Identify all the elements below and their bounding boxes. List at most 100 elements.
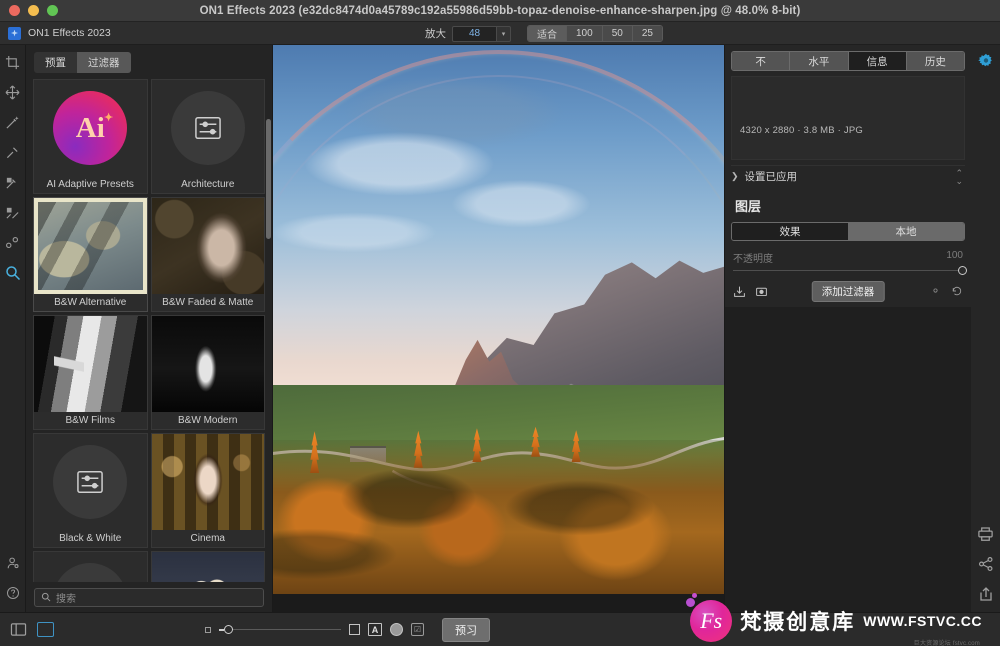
print-icon[interactable] bbox=[977, 526, 994, 542]
preset-card-cinema[interactable]: Cinema bbox=[150, 433, 265, 548]
chevron-right-icon: ❯ bbox=[731, 171, 739, 181]
layer-tools-row: 添加过滤器 bbox=[733, 280, 963, 302]
preset-card-partial-right[interactable] bbox=[150, 551, 265, 582]
fit-option-25[interactable]: 25 bbox=[632, 26, 662, 41]
opacity-slider-knob[interactable] bbox=[958, 266, 967, 275]
minimize-button[interactable] bbox=[28, 5, 39, 16]
preset-label: Cinema bbox=[151, 530, 264, 547]
search-placeholder: 搜索 bbox=[56, 593, 76, 605]
preset-label: B&W Alternative bbox=[34, 294, 147, 311]
brush-size-controls: A ☑ 预习 bbox=[205, 617, 490, 642]
refine-tool-icon[interactable] bbox=[3, 233, 23, 252]
view-frame-icon[interactable] bbox=[37, 622, 54, 637]
account-icon[interactable] bbox=[3, 553, 23, 572]
close-button[interactable] bbox=[9, 5, 20, 16]
ai-badge-text: Ai bbox=[75, 111, 105, 144]
reset-icon[interactable] bbox=[951, 285, 963, 297]
settings-applied-label: 设置已应用 bbox=[744, 171, 798, 183]
image-canvas[interactable] bbox=[273, 45, 724, 612]
preset-card-bw-faded-matte[interactable]: B&W Faded & Matte bbox=[150, 197, 265, 312]
preset-thumb bbox=[151, 316, 264, 412]
crop-tool-icon[interactable] bbox=[3, 53, 23, 72]
preset-card-black-and-white[interactable]: Black & White bbox=[33, 433, 148, 548]
magic-wand-tool-icon[interactable] bbox=[3, 113, 23, 132]
maximize-button[interactable] bbox=[47, 5, 58, 16]
brush-size-slider[interactable] bbox=[219, 625, 341, 634]
preset-thumb bbox=[34, 316, 147, 412]
settings-applied-row[interactable]: ❯ 设置已应用 ⌃ ⌄ bbox=[731, 165, 965, 187]
move-tool-icon[interactable] bbox=[3, 83, 23, 102]
watermark-tiny-text: 巨大资源论坛 fstvc.com bbox=[913, 641, 980, 646]
tab-filters[interactable]: 过滤器 bbox=[77, 52, 131, 73]
watermark-logo-text: Fs bbox=[700, 608, 723, 633]
preset-card-bw-alternative[interactable]: B&W Alternative bbox=[33, 197, 148, 312]
add-filter-button[interactable]: 添加过滤器 bbox=[811, 280, 885, 302]
tab-level[interactable]: 水平 bbox=[790, 52, 849, 70]
preset-label: Black & White bbox=[34, 530, 147, 547]
zoom-input[interactable]: 48 bbox=[452, 25, 497, 42]
presets-scroll-area[interactable]: Ai ✦ AI Adaptive Presets Architecture B&… bbox=[26, 79, 272, 582]
perfect-brush-tool-icon[interactable] bbox=[3, 203, 23, 222]
chevron-down-icon[interactable]: ▾ bbox=[497, 25, 511, 42]
preset-card-ai-adaptive[interactable]: Ai ✦ AI Adaptive Presets bbox=[33, 79, 148, 194]
brush-tool-icon[interactable] bbox=[3, 143, 23, 162]
settings-icon[interactable] bbox=[930, 285, 941, 297]
checkbox-icon[interactable]: ☑ bbox=[411, 623, 424, 636]
presets-tabs[interactable]: 预置 过滤器 bbox=[26, 45, 272, 79]
window-controls[interactable] bbox=[0, 5, 58, 16]
preset-card-architecture[interactable]: Architecture bbox=[150, 79, 265, 194]
tab-none[interactable]: 不 bbox=[732, 52, 791, 70]
sort-icon[interactable]: ⌃ ⌄ bbox=[955, 168, 963, 185]
sparkle-icon: ✦ bbox=[104, 112, 114, 124]
large-size-icon bbox=[349, 624, 360, 635]
on1-logo-icon bbox=[8, 26, 21, 40]
save-layer-icon[interactable] bbox=[733, 285, 746, 298]
preset-card-bw-films[interactable]: B&W Films bbox=[33, 315, 148, 430]
preset-card-bw-modern[interactable]: B&W Modern bbox=[150, 315, 265, 430]
opacity-slider[interactable] bbox=[733, 266, 967, 275]
export-icon[interactable] bbox=[978, 586, 994, 602]
preset-card-partial-left[interactable] bbox=[33, 551, 148, 582]
preset-thumb bbox=[34, 434, 147, 530]
share-icon[interactable] bbox=[978, 556, 994, 572]
panel-toggle-icon[interactable] bbox=[10, 622, 27, 637]
zoom-tool-icon[interactable] bbox=[3, 263, 23, 282]
circle-fill-icon[interactable] bbox=[390, 623, 403, 636]
tab-presets[interactable]: 预置 bbox=[34, 52, 77, 73]
tab-info[interactable]: 信息 bbox=[848, 52, 907, 70]
fit-option-50[interactable]: 50 bbox=[602, 26, 633, 41]
image-metadata: 4320 x 2880 · 3.8 MB · JPG bbox=[740, 125, 863, 136]
tool-rail bbox=[0, 45, 26, 612]
tab-local[interactable]: 本地 bbox=[848, 223, 964, 240]
bottom-left-controls bbox=[10, 622, 54, 637]
presets-scrollbar[interactable] bbox=[266, 119, 271, 239]
mask-icon[interactable] bbox=[755, 285, 768, 298]
tab-history[interactable]: 历史 bbox=[906, 52, 964, 70]
tab-effects[interactable]: 效果 bbox=[732, 223, 848, 240]
opacity-row: 不透明度 100 bbox=[733, 250, 963, 265]
fit-option-100[interactable]: 100 bbox=[567, 26, 603, 41]
zoom-field-wrap[interactable]: 48 ▾ bbox=[452, 25, 511, 42]
layers-title: 图层 bbox=[735, 199, 762, 214]
preset-placeholder-icon bbox=[53, 445, 128, 519]
right-panel: 不 水平 信息 历史 4320 x 2880 · 3.8 MB · JPG ❯ … bbox=[724, 45, 971, 612]
on1-effects-window: ON1 Effects 2023 (e32dc8474d0a45789c192a… bbox=[0, 0, 1000, 646]
fit-option-fit[interactable]: 适合 bbox=[528, 26, 567, 41]
fit-segmented-control[interactable]: 适合 100 50 25 bbox=[527, 25, 663, 42]
gear-icon[interactable] bbox=[977, 53, 994, 69]
brush-size-knob[interactable] bbox=[224, 625, 233, 634]
small-size-icon bbox=[205, 626, 211, 633]
layer-mode-tabs[interactable]: 效果 本地 bbox=[731, 222, 965, 241]
preset-label: B&W Faded & Matte bbox=[151, 294, 264, 311]
masking-brush-tool-icon[interactable] bbox=[3, 173, 23, 192]
bottom-bar: A ☑ 预习 Fs 梵摄创意库 WWW.FSTVC.CC 巨大资源论坛 fstv… bbox=[0, 593, 1000, 646]
layers-list-empty bbox=[725, 307, 971, 612]
zoom-label: 放大 bbox=[425, 28, 446, 40]
preview-button[interactable]: 预习 bbox=[442, 617, 490, 642]
text-a-icon[interactable]: A bbox=[368, 623, 382, 636]
window-title: ON1 Effects 2023 (e32dc8474d0a45789c192a… bbox=[199, 4, 801, 17]
search-input[interactable]: 搜索 bbox=[34, 587, 264, 607]
right-panel-tabs[interactable]: 不 水平 信息 历史 bbox=[731, 51, 965, 71]
photo-preview[interactable] bbox=[273, 45, 724, 594]
help-icon[interactable] bbox=[3, 583, 23, 602]
